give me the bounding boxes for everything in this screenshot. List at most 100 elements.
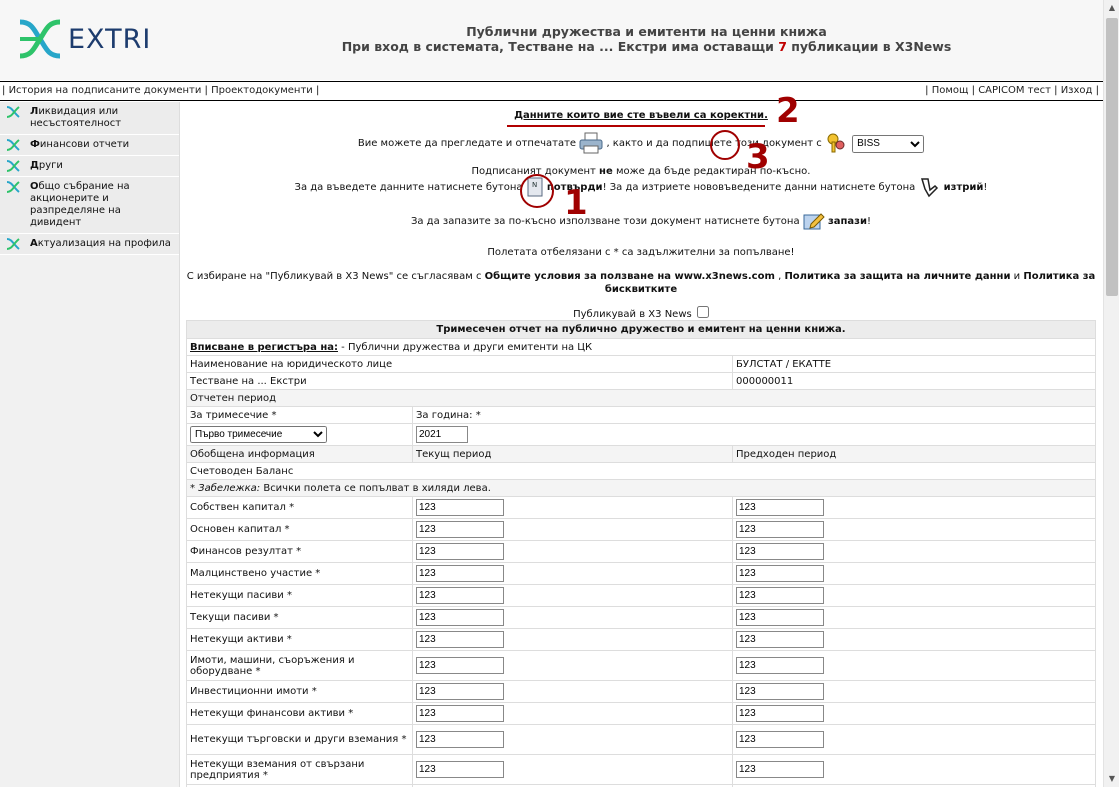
terms-link-general[interactable]: Общите условия за ползване на www.x3news… <box>485 271 775 282</box>
bulstat-label: БУЛСТАТ / ЕКАТТЕ <box>732 355 1096 373</box>
publish-checkbox[interactable] <box>696 306 709 318</box>
current-period-input[interactable] <box>416 705 504 722</box>
year-input[interactable] <box>416 426 468 443</box>
terms-link-privacy[interactable]: Политика за защита на личните данни <box>784 271 1010 282</box>
previous-period-input[interactable] <box>736 657 824 674</box>
extri-logo-icon <box>19 19 61 59</box>
col-previous: Предходен период <box>732 445 1096 463</box>
current-period-input[interactable] <box>416 609 504 626</box>
header-title-line1: Публични дружества и емитенти на ценни к… <box>466 24 827 39</box>
annotation-number-1: 1 <box>564 183 588 223</box>
current-period-input[interactable] <box>416 657 504 674</box>
scroll-down-icon[interactable]: ▼ <box>1104 771 1119 787</box>
previous-period-input[interactable] <box>736 631 824 648</box>
save-button[interactable]: запази <box>828 216 867 227</box>
previous-period-input[interactable] <box>736 761 824 778</box>
delete-icon[interactable] <box>918 176 940 198</box>
required-note: Полетата отбелязани с * са задължителни … <box>487 247 795 258</box>
row-label: Нетекущи търговски и други вземания * <box>186 724 413 755</box>
logo[interactable]: EXTRI <box>18 18 151 60</box>
current-period-input[interactable] <box>416 499 504 516</box>
print-icon[interactable] <box>579 132 603 154</box>
menu-drafts[interactable]: Проектодокументи <box>211 85 313 96</box>
enter-delete-row: За да въведете данните натиснете бутона … <box>186 176 1096 200</box>
entity-label: Наименование на юридическото лице <box>186 355 733 373</box>
vertical-scrollbar[interactable]: ▲ ▼ <box>1103 0 1119 787</box>
previous-period-input[interactable] <box>736 587 824 604</box>
previous-period-input[interactable] <box>736 705 824 722</box>
sidebar-item-financial-reports[interactable]: Финансови отчети <box>0 135 179 156</box>
current-period-input[interactable] <box>416 631 504 648</box>
table-row: Инвестиционни имоти * <box>186 680 1096 703</box>
validation-message: Данните които вие сте въвели са коректни… <box>514 110 768 121</box>
table-row: Текущи пасиви * <box>186 606 1096 629</box>
previous-period-input[interactable] <box>736 683 824 700</box>
table-row: Нетекущи финансови активи * <box>186 702 1096 725</box>
sidebar-item-general-meeting[interactable]: Общо събрание на акционерите и разпредел… <box>0 177 179 234</box>
terms-note: С избиране на "Публикувай в X3 News" се … <box>186 271 1096 295</box>
delete-button[interactable]: изтрий <box>944 182 984 193</box>
previous-period-input[interactable] <box>736 609 824 626</box>
sidebar-item-label: Други <box>30 160 63 171</box>
sign-icon[interactable] <box>825 132 847 154</box>
menu-capicom-test[interactable]: CAPICOM тест <box>978 85 1051 96</box>
previous-period-input[interactable] <box>736 565 824 582</box>
current-period-input[interactable] <box>416 521 504 538</box>
scroll-up-icon[interactable]: ▲ <box>1104 0 1119 16</box>
note-row: * Забележка: Всички полета се попълват в… <box>186 479 1096 497</box>
previous-period-input[interactable] <box>736 543 824 560</box>
header: EXTRI Публични дружества и емитенти на ц… <box>0 0 1103 80</box>
header-title-line2: При вход в системата, Тестване на ... Ек… <box>341 39 952 54</box>
current-period-input[interactable] <box>416 565 504 582</box>
sidebar-item-liquidation[interactable]: Ликвидация или несъстоятелност <box>0 102 179 135</box>
row-label: Инвестиционни имоти * <box>186 680 413 703</box>
extri-icon <box>6 106 20 118</box>
table-row: Малцинствено участие * <box>186 562 1096 585</box>
extri-icon <box>6 139 20 151</box>
publish-label: Публикувай в X3 News <box>573 309 692 320</box>
current-period-input[interactable] <box>416 683 504 700</box>
row-label: Нетекущи финансови активи * <box>186 702 413 725</box>
form-title: Тримесечен отчет на публично дружество и… <box>186 320 1096 339</box>
scrollbar-thumb[interactable] <box>1106 18 1118 296</box>
menu-signed-history[interactable]: История на подписаните документи <box>9 85 202 96</box>
previous-period-input[interactable] <box>736 499 824 516</box>
annotation-circle-3 <box>710 130 740 160</box>
current-period-input[interactable] <box>416 543 504 560</box>
entity-value: Тестване на ... Екстри <box>186 372 733 390</box>
save-icon[interactable] <box>803 212 825 230</box>
annotation-number-3: 3 <box>746 137 770 177</box>
extri-icon <box>6 181 20 193</box>
register-row: Вписване в регистъра на: - Публични друж… <box>186 338 1096 356</box>
sidebar: Ликвидация или несъстоятелност Финансови… <box>0 102 180 787</box>
sign-method-select[interactable]: BISS <box>852 134 925 153</box>
quarterly-report-form: Тримесечен отчет на публично дружество и… <box>186 320 1096 787</box>
table-row: Собствен капитал * <box>186 496 1096 519</box>
row-label: Нетекущи вземания от свързани предприяти… <box>186 754 413 785</box>
save-row: За да запазите за по-късно използване то… <box>186 212 1096 232</box>
top-menu: | История на подписаните документи | Про… <box>0 81 1103 101</box>
year-label: За година: * <box>412 406 1096 424</box>
row-label: Основен капитал * <box>186 518 413 541</box>
menu-help[interactable]: Помощ <box>932 85 969 96</box>
table-row: Финансов резултат * <box>186 540 1096 563</box>
previous-period-input[interactable] <box>736 521 824 538</box>
annotation-circle-1 <box>520 174 554 208</box>
sidebar-item-label: Ликвидация или несъстоятелност <box>30 106 122 129</box>
sidebar-item-profile-update[interactable]: Актуализация на профила <box>0 234 179 255</box>
quarter-select[interactable]: Първо тримесечие <box>190 426 327 443</box>
previous-period-input[interactable] <box>736 731 824 748</box>
table-row: Нетекущи пасиви * <box>186 584 1096 607</box>
table-row: Основен капитал * <box>186 518 1096 541</box>
annotation-underline <box>507 125 765 127</box>
annotation-number-2: 2 <box>776 91 800 131</box>
current-period-input[interactable] <box>416 587 504 604</box>
current-period-input[interactable] <box>416 731 504 748</box>
extri-icon <box>6 160 20 172</box>
row-label: Финансов резултат * <box>186 540 413 563</box>
quarter-label: За тримесечие * <box>186 406 413 424</box>
menu-logout[interactable]: Изход <box>1061 85 1093 96</box>
page: EXTRI Публични дружества и емитенти на ц… <box>0 0 1103 787</box>
sidebar-item-other[interactable]: Други <box>0 156 179 177</box>
current-period-input[interactable] <box>416 761 504 778</box>
